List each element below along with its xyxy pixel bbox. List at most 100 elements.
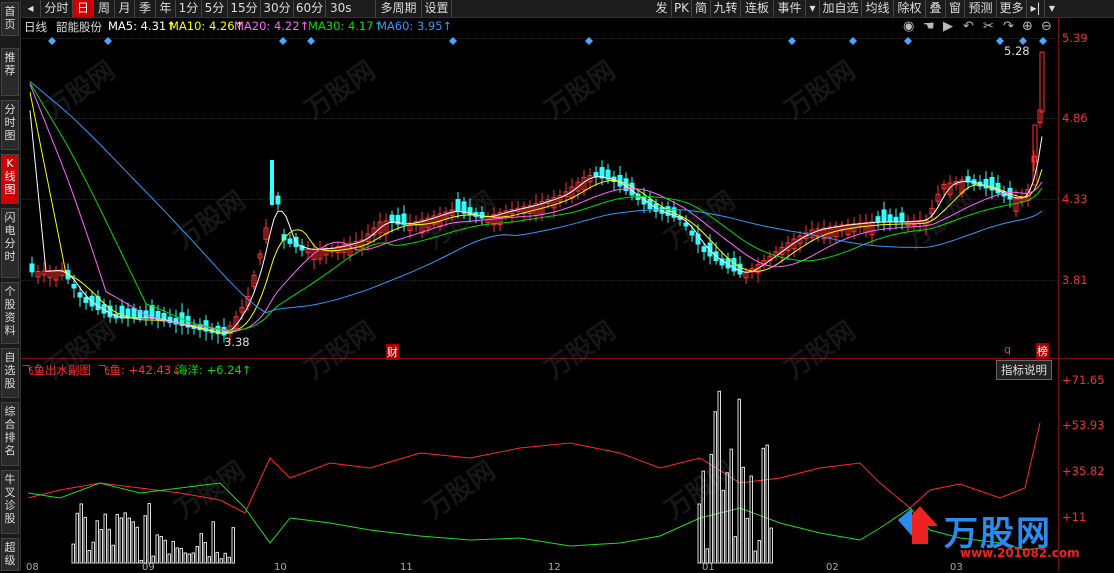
brand-url: www.201082.com	[960, 546, 1080, 560]
volume-bar	[175, 547, 179, 564]
volume-bar	[163, 539, 167, 564]
volume-bar	[207, 556, 211, 564]
volume-bar	[119, 517, 123, 564]
volume-bar	[223, 552, 227, 564]
volume-bar	[147, 503, 151, 564]
volume-bar	[143, 515, 147, 564]
volume-bar	[713, 411, 717, 564]
candle	[875, 216, 881, 223]
candle	[389, 214, 395, 224]
volume-bar	[179, 547, 183, 564]
low-price-label: 3.38	[224, 335, 250, 349]
signal-diamond	[788, 37, 796, 45]
volume-bar	[231, 527, 235, 564]
signal-diamond	[849, 37, 857, 45]
volume-bar	[75, 512, 79, 564]
volume-bar	[227, 556, 231, 564]
volume-bar	[737, 398, 741, 564]
month-label: 09	[142, 562, 155, 573]
signal-diamond	[585, 37, 593, 45]
candle	[29, 263, 35, 273]
volume-bar	[203, 542, 207, 564]
volume-bar	[95, 520, 99, 564]
signal-diamond	[1039, 37, 1047, 45]
volume-bar	[115, 513, 119, 564]
volume-bar	[199, 533, 203, 564]
volume-bar	[71, 543, 75, 564]
candle	[455, 199, 461, 213]
candle	[270, 160, 274, 205]
volume-bar	[123, 512, 127, 564]
volume-bar	[749, 475, 753, 564]
kline-chart[interactable]	[0, 0, 1114, 358]
candle	[287, 238, 293, 244]
volume-bar	[127, 517, 131, 564]
signal-diamond	[279, 37, 287, 45]
brand-logo: 万股网	[944, 514, 1052, 554]
volume-bar	[159, 536, 163, 564]
volume-bar	[135, 526, 139, 564]
volume-bar	[183, 552, 187, 564]
candle	[77, 292, 83, 298]
signal-diamond	[449, 37, 457, 45]
volume-bar	[111, 544, 115, 564]
candle	[881, 209, 887, 223]
candle	[1039, 51, 1045, 113]
volume-bar	[79, 503, 83, 564]
high-price-label: 5.28	[1004, 44, 1030, 58]
month-label: 10	[274, 562, 287, 573]
volume-bar	[83, 516, 87, 564]
candle	[83, 297, 89, 303]
candle	[683, 222, 689, 227]
volume-bar	[87, 549, 91, 564]
volume-bar	[211, 521, 215, 564]
volume-bar	[195, 545, 199, 564]
candle	[131, 307, 137, 319]
month-label: 08	[26, 562, 39, 573]
volume-bar	[103, 513, 107, 564]
candle	[71, 283, 77, 289]
candle	[887, 214, 893, 223]
signal-diamond	[996, 37, 1004, 45]
volume-bar	[107, 528, 111, 564]
month-label: 12	[548, 562, 561, 573]
signal-diamond	[904, 37, 912, 45]
volume-bar	[155, 534, 159, 564]
candle	[119, 305, 125, 319]
volume-bar	[733, 536, 737, 564]
volume-bar	[757, 540, 761, 564]
board-marker[interactable]: 榜	[1036, 343, 1049, 359]
candle	[899, 212, 905, 223]
volume-bar	[745, 517, 749, 564]
candle	[893, 216, 899, 223]
candle	[275, 195, 281, 205]
month-label: 03	[950, 562, 963, 573]
candle	[689, 230, 695, 236]
signal-diamond	[307, 37, 315, 45]
volume-bar	[99, 528, 103, 564]
volume-bar	[761, 447, 765, 564]
month-label: 11	[400, 562, 413, 573]
candle	[701, 246, 707, 252]
volume-bar	[167, 553, 171, 564]
volume-bar	[721, 489, 725, 564]
candle	[593, 172, 599, 178]
volume-bar	[769, 527, 773, 564]
volume-bar	[717, 390, 721, 564]
brand-arrow-logo	[898, 496, 942, 548]
month-label: 02	[826, 562, 839, 573]
volume-bar	[91, 541, 95, 564]
month-label: 01	[702, 562, 715, 573]
signal-diamond	[104, 37, 112, 45]
candle	[707, 242, 713, 257]
volume-bar	[219, 558, 223, 564]
ma5-line	[29, 110, 1043, 334]
volume-bar	[171, 540, 175, 564]
volume-bar	[697, 503, 701, 564]
volume-bar	[741, 466, 745, 564]
volume-bar	[131, 521, 135, 564]
volume-bar	[765, 444, 769, 564]
volume-bar	[725, 472, 729, 564]
signal-diamond	[48, 37, 56, 45]
q-marker[interactable]: q	[1004, 343, 1011, 356]
